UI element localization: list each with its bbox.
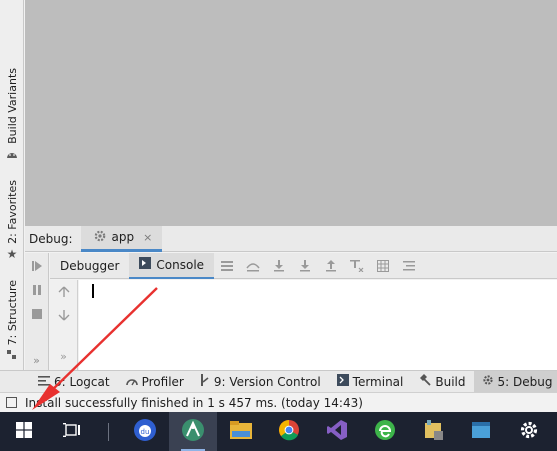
step-over-icon[interactable] [240,253,266,279]
logcat-icon [38,375,50,389]
step-into-icon[interactable] [266,253,292,279]
tab-debug[interactable]: 5: Debug [473,370,557,393]
tab-build[interactable]: Build [411,371,473,393]
tab-console[interactable]: Console [129,252,215,279]
settings-icon [519,420,539,443]
console-gutter: » [50,280,78,370]
taskbar-app-2[interactable] [457,412,505,451]
arrow-down-icon[interactable] [58,309,70,324]
console-icon [139,257,152,272]
tab-profiler[interactable]: Profiler [118,371,192,393]
build-variants-label: Build Variants [5,68,19,144]
windows-start-icon [16,422,32,441]
editor-area[interactable] [25,0,557,226]
baidu-icon: du [133,418,157,445]
favorites-tab[interactable]: 2: Favorites ★ [2,180,22,261]
tab-version-control-label: 9: Version Control [213,374,321,389]
pause-icon[interactable] [28,281,46,299]
tab-version-control[interactable]: 9: Version Control [192,371,329,393]
star-icon: ★ [6,246,18,261]
file-explorer-icon [230,421,252,442]
text-caret [92,284,94,298]
taskbar-divider [108,422,109,441]
windows-start-button[interactable] [0,412,48,451]
trace-icon[interactable] [396,253,422,279]
windows-taskbar: du [0,412,557,451]
settings-app[interactable] [505,412,553,451]
tab-terminal[interactable]: Terminal [329,371,412,393]
status-bar: Install successfully finished in 1 s 457… [0,392,557,412]
visual-studio-app[interactable] [313,412,361,451]
baidu-app[interactable]: du [121,412,169,451]
menu-lines-icon[interactable] [214,253,240,279]
close-icon[interactable]: × [143,231,152,244]
android-studio-app[interactable] [169,412,217,451]
task-view-icon [63,423,81,440]
taskbar-app[interactable] [409,412,457,451]
bug-icon [482,374,494,389]
tab-logcat[interactable]: 6: Logcat [30,371,118,393]
console-output[interactable] [79,280,557,370]
tab-profiler-label: Profiler [141,374,184,389]
debug-subtabs: Debugger Console [50,252,557,279]
build-variants-tab[interactable]: Build Variants [2,68,22,160]
status-toggle-icon[interactable] [6,397,17,408]
resume-icon[interactable] [28,257,46,275]
left-tool-strip: Build Variants 2: Favorites ★ 7: Structu… [0,0,24,370]
tab-debug-label: 5: Debug [497,374,553,389]
edge-app[interactable] [361,412,409,451]
tab-build-label: Build [435,374,466,389]
more-icon[interactable]: » [60,350,67,363]
visual-studio-icon [326,419,348,444]
debug-side-toolbar: » [25,253,49,370]
tab-logcat-label: 6: Logcat [54,374,110,389]
favorites-label: 2: Favorites [5,180,19,244]
tab-terminal-label: Terminal [352,374,404,389]
android-studio-icon [181,418,205,445]
chrome-app[interactable] [265,412,313,451]
arrow-up-icon[interactable] [58,286,70,301]
android-icon [6,148,18,160]
tab-debugger[interactable]: Debugger [50,253,129,279]
step-out-icon[interactable] [318,253,344,279]
status-message: Install successfully finished in 1 s 457… [25,395,363,410]
profiler-icon [125,375,138,389]
structure-icon [6,349,18,361]
debug-title: Debug: [29,231,73,246]
run-to-cursor-icon[interactable] [344,253,370,279]
tab-debugger-label: Debugger [60,258,120,273]
bottom-tool-tabs: 6: Logcat Profiler 9: Version Control Te… [0,370,557,393]
force-step-into-icon[interactable] [292,253,318,279]
hammer-icon [419,374,432,389]
structure-label: 7: Structure [5,280,19,346]
terminal-icon [336,374,349,389]
debug-header: Debug: app × [25,225,557,252]
more-icon[interactable]: » [28,351,46,369]
svg-text:du: du [141,428,150,436]
app-icon [422,419,444,444]
chrome-icon [278,419,300,444]
tab-console-label: Console [156,257,205,272]
evaluate-expression-icon[interactable] [370,253,396,279]
task-view-button[interactable] [48,412,96,451]
window-icon [470,419,492,444]
gear-bug-icon [93,229,107,246]
debug-app-tab[interactable]: app × [80,225,163,252]
version-control-icon [200,374,210,389]
edge-icon [374,419,396,444]
file-explorer-app[interactable] [217,412,265,451]
stop-icon[interactable] [28,305,46,323]
debug-app-tab-label: app [111,230,135,244]
structure-tab[interactable]: 7: Structure [2,280,22,361]
